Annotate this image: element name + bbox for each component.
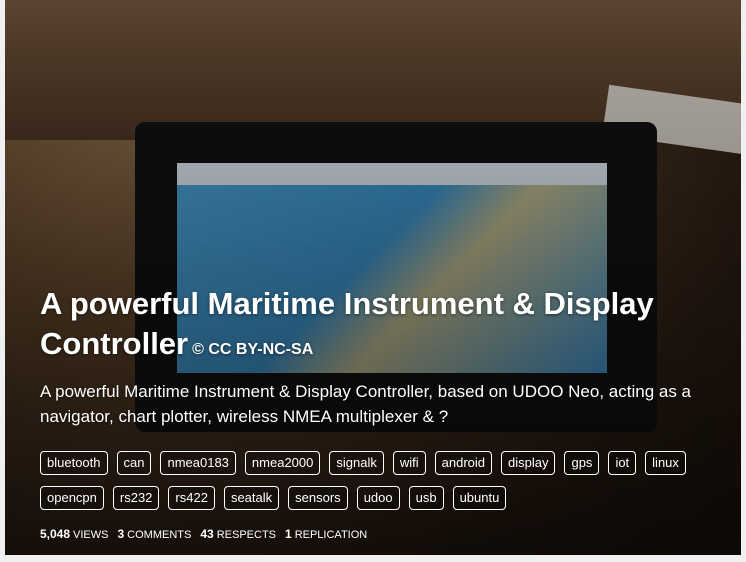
tag-list: bluetooth can nmea0183 nmea2000 signalk wifi a… [40,451,730,510]
stat-value: 1 [285,527,292,541]
tag-opencpn[interactable]: opencpn [40,486,104,510]
stat-value: 3 [117,527,125,541]
tag-gps[interactable]: gps [564,451,600,475]
stat-respects[interactable]: 43 RESPECTS [200,527,276,541]
stat-value: 43 [200,527,214,541]
tag-nmea2000[interactable]: nmea2000 [244,451,321,475]
tag-bluetooth[interactable]: bluetooth [40,451,108,475]
title-text: A powerful Maritime Instrument & Display… [40,286,654,361]
tag-linux[interactable]: linux [645,451,686,475]
stat-views[interactable]: 5,048 VIEWS [40,527,108,541]
project-header: A powerful Maritime Instrument & Display… [40,284,720,541]
tag-display[interactable]: display [501,451,556,475]
tag-rs422[interactable]: rs422 [168,486,215,510]
stat-value: 5,048 [40,527,71,541]
tag-iot[interactable]: iot [608,451,637,475]
tag-seatalk[interactable]: seatalk [223,486,280,510]
stat-label: RESPECTS [216,529,276,541]
tag-wifi[interactable]: wifi [392,451,426,475]
project-description: A powerful Maritime Instrument & Display… [40,382,692,426]
stat-label: VIEWS [73,529,109,541]
project-stats: 5,048 VIEWS 3 COMMENTS 43 RESPECTS 1 REPLICATIO… [40,527,720,541]
tag-nmea0183[interactable]: nmea0183 [160,451,236,475]
tag-ubuntu[interactable]: ubuntu [452,486,507,510]
tag-android[interactable]: android [434,451,492,475]
license-link[interactable]: © CC BY-NC-SA [192,341,313,358]
page-title: A powerful Maritime Instrument & Display… [40,284,720,370]
tag-udoo[interactable]: udoo [356,486,400,510]
stat-comments[interactable]: 3 COMMENTS [117,527,191,541]
stat-replication[interactable]: 1 REPLICATION [285,527,367,541]
tag-can[interactable]: can [116,451,152,475]
stat-label: COMMENTS [127,529,192,541]
tag-signalk[interactable]: signalk [329,451,384,475]
tag-rs232[interactable]: rs232 [112,486,160,510]
tag-sensors[interactable]: sensors [288,486,348,510]
stat-label: REPLICATION [294,529,368,541]
tag-usb[interactable]: usb [408,486,444,510]
